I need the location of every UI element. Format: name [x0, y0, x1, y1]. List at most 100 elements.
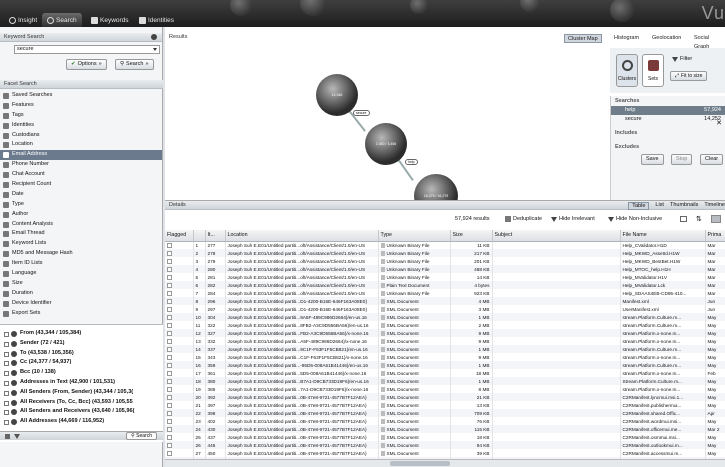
cell-flagged[interactable] — [165, 417, 194, 425]
facet-author[interactable]: Author — [0, 210, 162, 220]
tab-timeline[interactable]: Timeline — [704, 202, 725, 210]
expand-icon[interactable] — [4, 400, 9, 406]
flag-checkbox[interactable] — [167, 243, 172, 249]
clusters-tool[interactable]: Clusters — [616, 54, 638, 87]
flag-checkbox[interactable] — [167, 258, 172, 264]
cell-flagged[interactable] — [165, 305, 194, 313]
flag-checkbox[interactable] — [167, 290, 172, 296]
table-row[interactable]: 16 359 Joseph Suh E.E01/Untitled partiti..… — [165, 361, 725, 369]
table-row[interactable]: 26 445 Joseph Suh E.E01/Untitled partiti..… — [165, 441, 725, 449]
flag-checkbox[interactable] — [167, 266, 172, 272]
facet-location[interactable]: Location — [0, 140, 162, 150]
cell-flagged[interactable] — [165, 385, 194, 393]
facet-content-analysis[interactable]: Content Analysis — [0, 220, 162, 230]
expand-icon[interactable] — [4, 410, 9, 416]
keyword-search-input[interactable]: secure — [14, 45, 160, 54]
flag-checkbox[interactable] — [167, 274, 172, 280]
table-row[interactable]: 3 279 Joseph Suh E.E01/Untitled partiti...… — [165, 257, 725, 265]
column-header-file-name[interactable]: File Name — [620, 230, 706, 242]
facet-md5-hash[interactable]: MD5 and Message Hash — [0, 249, 162, 259]
facet-duration[interactable]: Duration — [0, 289, 162, 299]
flag-checkbox[interactable] — [167, 410, 172, 416]
facet-value-row[interactable]: Addresses in Text (42,900 / 101,531) — [0, 378, 163, 388]
table-row[interactable]: 18 380 Joseph Suh E.E01/Untitled partiti..… — [165, 377, 725, 385]
table-row[interactable]: 27 450 Joseph Suh E.E01/Untitled partiti..… — [165, 449, 725, 457]
filter-icon[interactable] — [14, 434, 20, 439]
facet-type[interactable]: Type — [0, 200, 162, 210]
flag-checkbox[interactable] — [167, 306, 172, 312]
cell-flagged[interactable] — [165, 409, 194, 417]
facet-value-row[interactable]: All Senders (From, Sender) (43,344 / 105… — [0, 388, 163, 398]
facet-email-address[interactable]: Email Address — [0, 150, 162, 161]
table-row[interactable]: 2 278 Joseph Suh E.E01/Untitled partiti...… — [165, 249, 725, 257]
flag-checkbox[interactable] — [167, 322, 172, 328]
view-geolocation[interactable]: Geolocation — [649, 34, 684, 43]
sort-icon[interactable]: ⇅ — [696, 215, 702, 223]
expand-icon[interactable] — [4, 380, 9, 386]
facet-value-row[interactable]: All Addresses (44,669 / 116,952) — [0, 417, 163, 427]
facet-saved-searches[interactable]: Saved Searches — [0, 91, 162, 101]
table-row[interactable]: 10 304 Joseph Suh E.E01/Untitled partiti..… — [165, 313, 725, 321]
flag-checkbox[interactable] — [167, 378, 172, 384]
table-row[interactable]: 23 402 Joseph Suh E.E01/Untitled partiti..… — [165, 417, 725, 425]
flag-checkbox[interactable] — [167, 402, 172, 408]
facet-value-row[interactable]: From (43,344 / 105,384) — [0, 329, 163, 339]
cell-flagged[interactable] — [165, 337, 194, 345]
facet-keyword-lists[interactable]: Keyword Lists — [0, 239, 162, 249]
help-icon[interactable] — [151, 34, 157, 40]
facet-value-row[interactable]: Cc (24,377 / 54,937) — [0, 358, 163, 368]
scrollbar-thumb[interactable] — [390, 461, 450, 466]
fit-to-size-button[interactable]: ⤢ Fit to size — [670, 71, 708, 81]
expand-icon[interactable] — [4, 420, 9, 426]
close-icon[interactable]: ✕ — [716, 119, 722, 127]
table-row[interactable]: 15 343 Joseph Suh E.E01/Untitled partiti..… — [165, 353, 725, 361]
facet-value-row[interactable]: Sender (72 / 421) — [0, 339, 163, 349]
cluster-node[interactable]: 12,346 — [316, 74, 358, 116]
cell-flagged[interactable] — [165, 449, 194, 457]
expand-icon[interactable] — [4, 341, 9, 347]
tab-search[interactable]: Search — [42, 13, 82, 27]
flag-checkbox[interactable] — [167, 418, 172, 424]
facet-phone-number[interactable]: Phone Number — [0, 160, 162, 170]
column-header-primary[interactable]: Prima — [705, 230, 725, 242]
cell-flagged[interactable] — [165, 441, 194, 449]
search-entry[interactable]: secure 14,252 — [611, 115, 725, 124]
tab-keywords[interactable]: Keywords — [86, 13, 134, 27]
flag-checkbox[interactable] — [167, 386, 172, 392]
table-row[interactable]: 4 280 Joseph Suh E.E01/Untitled partiti...… — [165, 265, 725, 273]
cell-flagged[interactable] — [165, 313, 194, 321]
facet-value-row[interactable]: All Receivers (To, Cc, Bcc) (43,593 / 10… — [0, 398, 163, 408]
facet-tags[interactable]: Tags — [0, 111, 162, 121]
expand-icon[interactable] — [4, 371, 9, 377]
table-row[interactable]: 22 398 Joseph Suh E.E01/Untitled partiti..… — [165, 409, 725, 417]
flag-checkbox[interactable] — [167, 362, 172, 368]
table-row[interactable]: 25 437 Joseph Suh E.E01/Untitled partiti..… — [165, 433, 725, 441]
facet-language[interactable]: Language — [0, 269, 162, 279]
facet-date[interactable]: Date — [0, 190, 162, 200]
tab-identities[interactable]: Identities — [134, 13, 179, 27]
table-row[interactable]: 7 284 Joseph Suh E.E01/Untitled partiti...… — [165, 289, 725, 297]
cell-flagged[interactable] — [165, 321, 194, 329]
column-header-size[interactable]: Size — [450, 230, 493, 242]
flag-checkbox[interactable] — [167, 330, 172, 336]
facet-custodians[interactable]: Custodians — [0, 131, 162, 141]
flag-checkbox[interactable] — [167, 442, 172, 448]
tab-table[interactable]: Table — [628, 202, 650, 210]
flag-checkbox[interactable] — [167, 394, 172, 400]
flag-checkbox[interactable] — [167, 450, 172, 456]
view-histogram[interactable]: Histogram — [611, 34, 642, 43]
facet-identities[interactable]: Identities — [0, 121, 162, 131]
facet-email-thread[interactable]: Email Thread — [0, 229, 162, 239]
flag-checkbox[interactable] — [167, 426, 172, 432]
cluster-node[interactable]: 2,450 / 3,456 — [365, 123, 407, 165]
cell-flagged[interactable] — [165, 425, 194, 433]
table-row[interactable]: 20 392 Joseph Suh E.E01/Untitled partiti..… — [165, 393, 725, 401]
flag-checkbox[interactable] — [167, 250, 172, 256]
flag-checkbox[interactable] — [167, 298, 172, 304]
flag-checkbox[interactable] — [167, 370, 172, 376]
facet-recipient-count[interactable]: Recipient Count — [0, 180, 162, 190]
table-row[interactable]: 24 430 Joseph Suh E.E01/Untitled partiti..… — [165, 425, 725, 433]
facet-chat-account[interactable]: Chat Account — [0, 170, 162, 180]
save-button[interactable]: Save — [641, 154, 664, 165]
table-row[interactable]: 17 361 Joseph Suh E.E01/Untitled partiti..… — [165, 369, 725, 377]
